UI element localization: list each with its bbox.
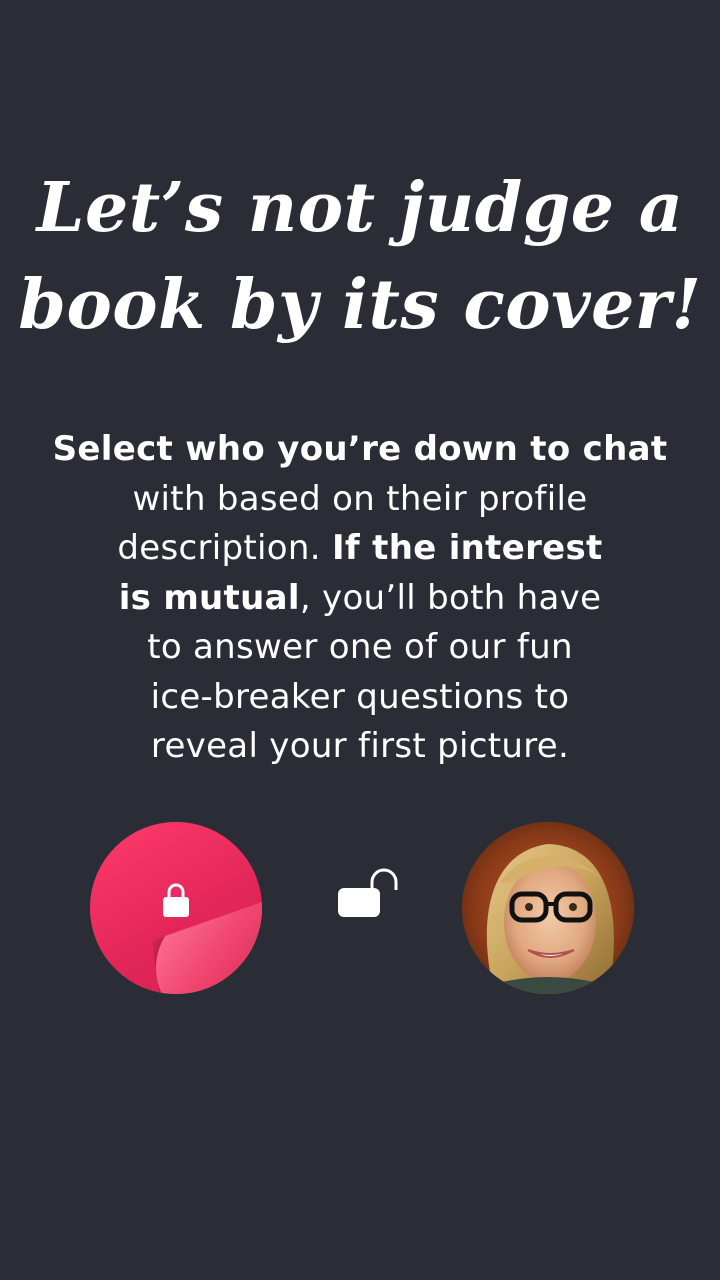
description-line-1: Select who you’re down to chat [52,429,668,469]
lock-open-icon [338,868,398,917]
description-line-4-bold: is mutual [118,577,300,618]
description-line-3: description. If the interest [0,524,720,574]
headline-line-1: Let’s not judge a [36,168,684,248]
lock-closed-icon [163,883,189,917]
description-line-4: is mutual, you’ll both have [0,574,720,624]
description-line-4-regular: , you’ll both have [299,577,602,618]
avatar-illustration [0,822,720,994]
profile-photo [462,822,634,994]
description-line-6: ice-breaker questions to [150,676,570,717]
description-line-7: reveal your first picture. [150,726,570,766]
description-line-5: to answer one of our fun [147,627,573,667]
description-line-2: with based on their profile [132,478,588,519]
description: Select who you’re down to chat with base… [0,425,720,772]
description-line-3-bold: If the interest [331,528,603,568]
profile-photo-image [462,822,634,994]
description-line-3-regular: description. [117,528,332,568]
headline-line-2: book by its cover! [18,264,702,345]
headline: Let’s not judge a book by its cover! [0,160,720,353]
